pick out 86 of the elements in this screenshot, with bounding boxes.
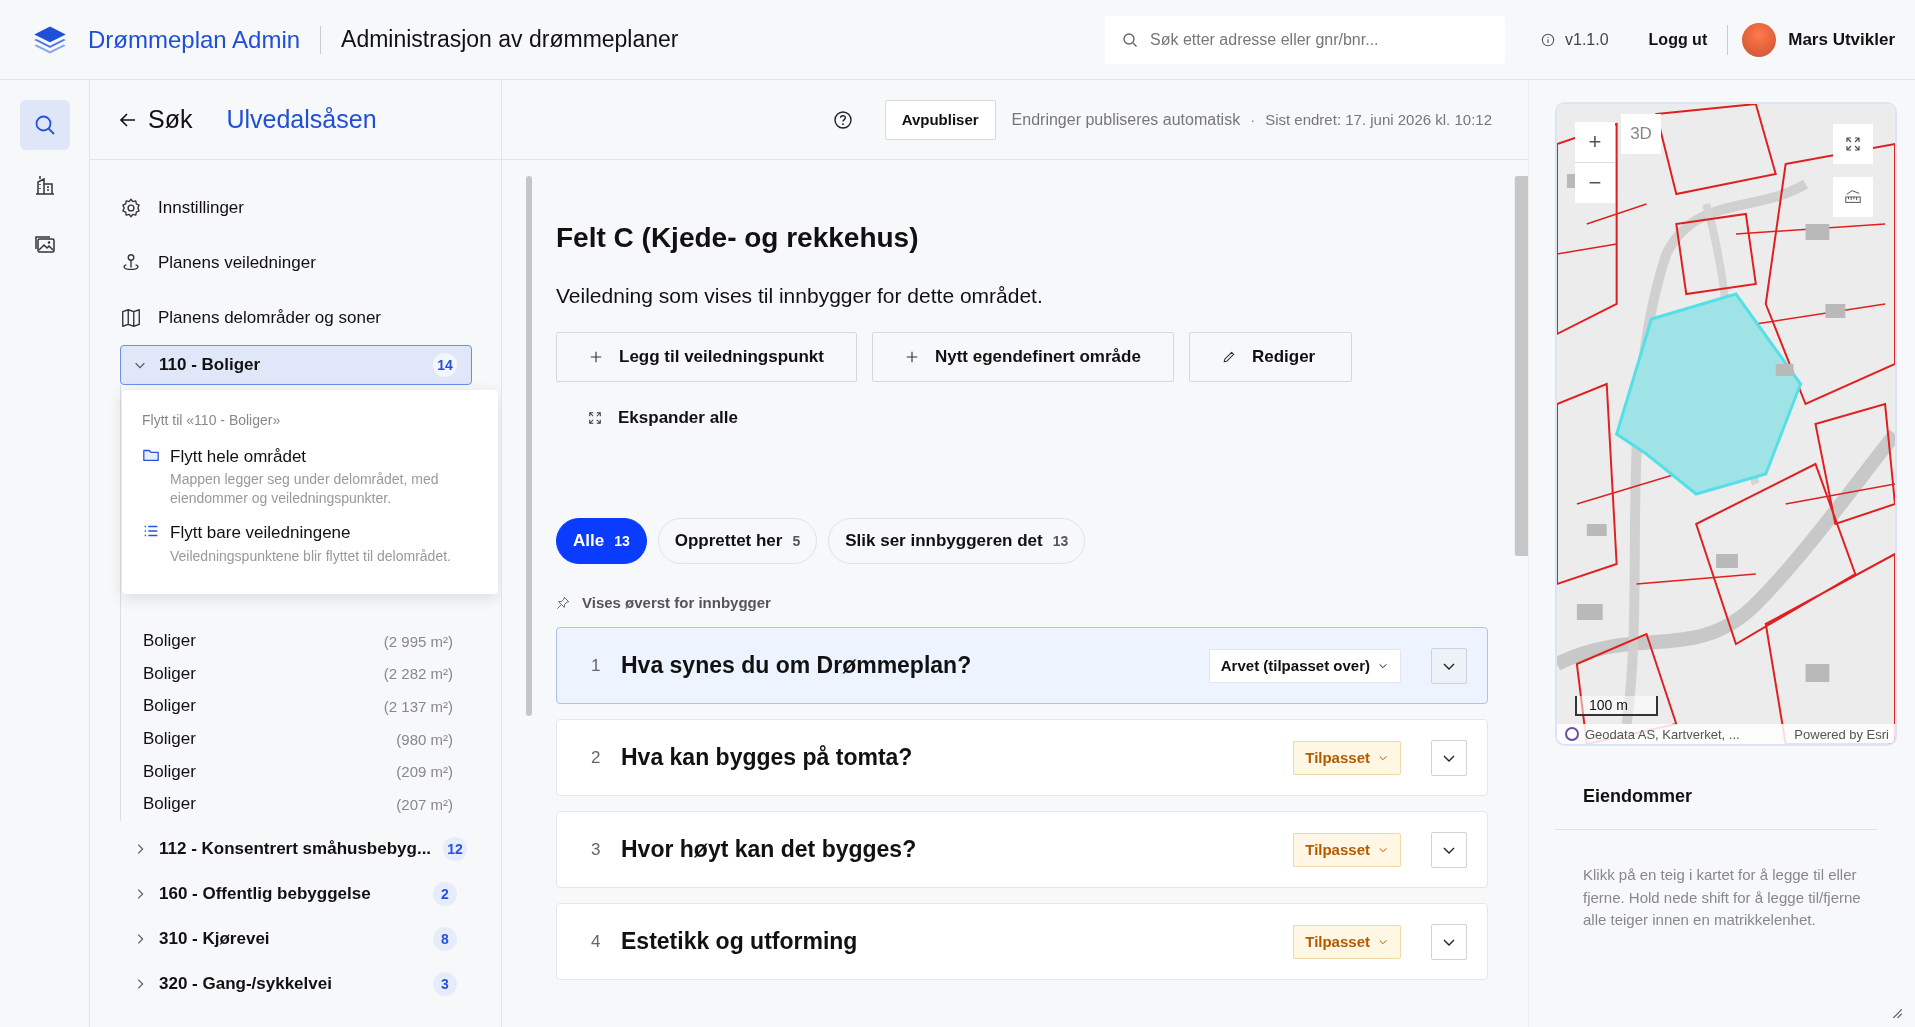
- fullscreen-icon: [1845, 136, 1861, 152]
- nav-item[interactable]: Innstillinger: [120, 180, 244, 235]
- status-dropdown[interactable]: Tilpasset: [1293, 740, 1401, 775]
- settings-icon: [120, 196, 142, 219]
- item-number: 1: [591, 655, 602, 676]
- nav-item[interactable]: Planens veiledninger: [120, 235, 316, 290]
- guidance-card[interactable]: 4 Estetikk og utforming Tilpasset: [556, 903, 1488, 980]
- back-button[interactable]: Søk: [118, 105, 193, 134]
- tree-group[interactable]: 160 - Offentlig bebyggelse 2: [120, 873, 472, 914]
- logout-button[interactable]: Logg ut: [1648, 26, 1708, 53]
- pin-icon: [556, 595, 570, 610]
- measure-button[interactable]: [1833, 177, 1873, 217]
- powered-by-text: Powered by Esri: [1794, 726, 1889, 742]
- 3d-toggle-button[interactable]: 3D: [1621, 114, 1661, 154]
- search-field[interactable]: Søk etter adresse eller gnr/bnr...: [1105, 15, 1505, 64]
- rail-button[interactable]: [19, 100, 70, 150]
- tree-group[interactable]: 310 - Kjørevei 8: [120, 918, 472, 959]
- zoom-out-button[interactable]: −: [1575, 163, 1615, 203]
- tree-item[interactable]: Boliger (207 m²): [143, 787, 453, 821]
- pencil-icon: [1221, 350, 1236, 364]
- plus-icon: [589, 350, 603, 364]
- info-icon: [1541, 32, 1555, 47]
- item-number: 2: [591, 747, 602, 768]
- expand-icon: [588, 411, 602, 425]
- version-label: v1.1.0: [1565, 30, 1609, 49]
- plus-icon: [904, 350, 919, 364]
- item-number: 3: [591, 839, 602, 860]
- unpublish-button[interactable]: Avpubliser: [884, 99, 996, 140]
- fullscreen-button[interactable]: [1833, 124, 1873, 164]
- last-changed: Sist endret: 17. juni 2026 kl. 10:12: [1265, 111, 1492, 128]
- zoom-in-button[interactable]: +: [1575, 122, 1615, 162]
- map-icon: [120, 306, 142, 329]
- section-title: Felt C (Kjede- og rekkehus): [556, 222, 920, 254]
- user-name[interactable]: Mars Utvikler: [1788, 29, 1895, 50]
- attribution-text: Geodata AS, Kartverket, ...: [1585, 726, 1741, 742]
- guidance-card[interactable]: 3 Hvor høyt kan det bygges? Tilpasset: [556, 811, 1488, 888]
- item-title: Estetikk og utforming: [621, 928, 859, 955]
- expand-button[interactable]: [1431, 923, 1467, 960]
- expand-all-button[interactable]: Ekspander alle: [588, 404, 738, 432]
- expand-button[interactable]: [1431, 739, 1467, 776]
- autosave-note: Endringer publiseres automatisk: [1011, 110, 1241, 129]
- filter-chip[interactable]: Opprettet her 5: [657, 518, 818, 564]
- page-title: Administrasjon av drømmeplaner: [341, 26, 679, 53]
- item-title: Hvor høyt kan det bygges?: [621, 836, 918, 863]
- expand-button[interactable]: [1431, 647, 1467, 684]
- app-name[interactable]: Drømmeplan Admin: [88, 25, 301, 54]
- help-icon[interactable]: [832, 109, 853, 130]
- tree-item[interactable]: Boliger (2 995 m²): [143, 625, 453, 658]
- tree-group[interactable]: 320 - Gang-/sykkelvei 3: [120, 963, 472, 1004]
- tree-group[interactable]: 112 - Konsentrert småhusbebyg... 12: [120, 828, 472, 869]
- scrollbar-thumb[interactable]: [526, 176, 532, 716]
- status-dropdown[interactable]: Tilpasset: [1293, 924, 1401, 959]
- tree-item[interactable]: Boliger (980 m²): [143, 722, 453, 756]
- menu-option[interactable]: Flytt bare veiledningene Veiledningspunktene blir flyttet til delområdet.: [142, 522, 482, 566]
- item-title: Hva synes du om Drømmeplan?: [621, 652, 973, 679]
- action-button[interactable]: Legg til veiledningspunkt: [556, 332, 857, 382]
- expand-button[interactable]: [1431, 831, 1467, 868]
- copyright-icon[interactable]: [1565, 727, 1579, 741]
- menu-title: Flytt til «110 - Boliger»: [142, 412, 282, 428]
- guidance-card[interactable]: 2 Hva kan bygges på tomta? Tilpasset: [556, 719, 1488, 796]
- guidance-card[interactable]: 1 Hva synes du om Drømmeplan? Arvet (tilpasset over): [556, 627, 1488, 704]
- filter-chip[interactable]: Alle 13: [556, 518, 647, 564]
- action-button[interactable]: Nytt egendefinert område: [871, 332, 1174, 382]
- item-title: Hva kan bygges på tomta?: [621, 744, 914, 771]
- pinned-label: Vises øverst for innbygger: [582, 594, 771, 611]
- status-dropdown[interactable]: Arvet (tilpasset over): [1208, 648, 1401, 683]
- menu-option[interactable]: Flytt hele området Mappen legger seg under delområdet, med eiendommer og veiledningspunkter.: [142, 446, 482, 509]
- item-number: 4: [591, 931, 602, 952]
- section-description: Veiledning som vises til innbygger for dette området.: [556, 284, 1044, 308]
- search-icon: [1122, 31, 1138, 48]
- tree-item[interactable]: Boliger (2 137 m²): [143, 690, 453, 723]
- filter-chip[interactable]: Slik ser innbyggeren det 13: [828, 518, 1086, 564]
- nav-item[interactable]: Planens delområder og soner: [120, 290, 382, 345]
- properties-hint: Klikk på en teig i kartet for å legge til eller fjerne. Hold nede shift for å legge til/fjerne alle teiger innen en matrikkelenhet.: [1555, 829, 1877, 932]
- tree-item[interactable]: Boliger (2 282 m²): [143, 657, 453, 691]
- status-dropdown[interactable]: Tilpasset: [1293, 832, 1401, 867]
- plan-name[interactable]: Ulvedalsåsen: [226, 105, 377, 134]
- tree-group[interactable]: 110 - Boliger 14: [120, 345, 472, 385]
- action-button[interactable]: Rediger: [1188, 332, 1353, 382]
- properties-title: Eiendommer: [1583, 786, 1694, 808]
- separator-dot: ·: [1250, 111, 1256, 128]
- tree-item[interactable]: Boliger (209 m²): [143, 755, 453, 788]
- avatar[interactable]: [1742, 22, 1777, 57]
- resize-handle-icon[interactable]: [1891, 1007, 1903, 1019]
- scale-bar: 100 m: [1575, 696, 1658, 716]
- ruler-icon: [1844, 188, 1862, 206]
